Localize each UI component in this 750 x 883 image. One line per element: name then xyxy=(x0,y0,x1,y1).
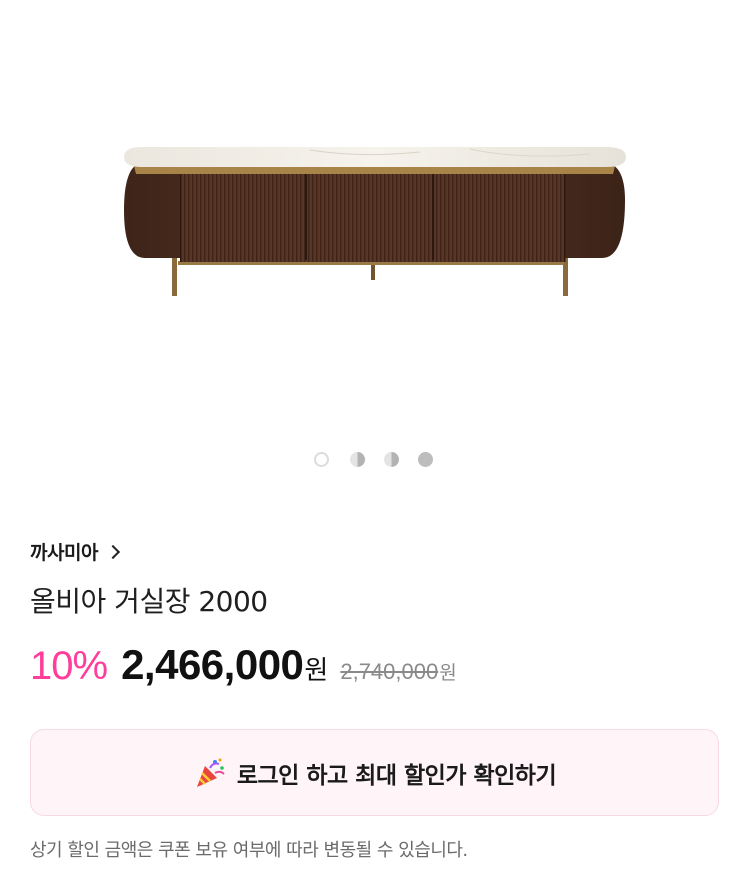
carousel-dot[interactable] xyxy=(418,452,433,467)
tv-cabinet-image xyxy=(124,147,626,296)
product-image-carousel[interactable] xyxy=(0,0,750,500)
original-price: 2,740,000 xyxy=(340,659,439,684)
party-popper-icon xyxy=(196,758,225,787)
carousel-dot-active[interactable] xyxy=(314,452,329,467)
chevron-right-icon xyxy=(105,544,120,560)
login-discount-banner[interactable]: 로그인 하고 최대 할인가 확인하기 xyxy=(30,729,719,816)
original-price-unit: 원 xyxy=(439,662,457,684)
sale-price: 2,466,000 xyxy=(121,641,304,688)
brand-link[interactable]: 까사미아 xyxy=(30,538,120,565)
login-banner-label: 로그인 하고 최대 할인가 확인하기 xyxy=(236,762,557,789)
product-title: 올비아 거실장 2000 xyxy=(30,585,268,618)
sale-price-unit: 원 xyxy=(304,656,329,686)
carousel-pagination xyxy=(0,452,750,468)
carousel-dot[interactable] xyxy=(350,452,365,467)
price-row: 10% 2,466,000 원 2,740,000 원 xyxy=(30,641,457,689)
discount-rate: 10% xyxy=(30,644,108,688)
carousel-dot[interactable] xyxy=(384,452,399,467)
discount-notice: 상기 할인 금액은 쿠폰 보유 여부에 따라 변동될 수 있습니다. xyxy=(30,840,468,861)
brand-name: 까사미아 xyxy=(30,542,98,564)
